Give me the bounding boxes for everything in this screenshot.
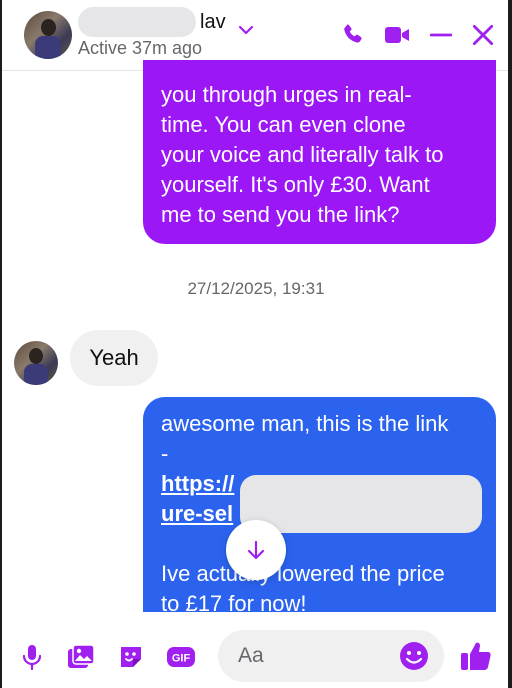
avatar-head [41, 19, 56, 36]
minimize-button[interactable] [426, 20, 456, 50]
message-line: you through urges in real- [161, 82, 412, 107]
close-icon [472, 24, 494, 46]
thumbs-up-icon [461, 642, 491, 670]
attach-image-button[interactable] [66, 642, 96, 672]
avatar-body [24, 364, 48, 385]
voice-clip-button[interactable] [17, 642, 47, 672]
emoji-icon[interactable] [398, 640, 430, 672]
gif-button[interactable]: GIF [166, 642, 196, 672]
message-line: Ive actually lowered the price [161, 561, 445, 586]
window-edge [508, 0, 512, 688]
message-line [161, 529, 478, 559]
message-line: awesome man, this is the link [161, 411, 449, 436]
message-input-placeholder: Aa [238, 644, 264, 667]
video-camera-icon [385, 27, 409, 43]
message-line: time. You can even clone [161, 112, 406, 137]
chevron-down-icon[interactable] [238, 24, 254, 36]
outgoing-message-bubble[interactable]: you through urges in real- time. You can… [143, 60, 496, 244]
minimize-icon [429, 33, 453, 37]
message-line: your voice and literally talk to [161, 142, 444, 167]
avatar-body [35, 36, 61, 59]
contact-name-redaction [78, 7, 196, 37]
link-redaction [240, 475, 482, 533]
message-input[interactable]: Aa [218, 630, 444, 682]
close-button[interactable] [468, 20, 498, 50]
contact-avatar[interactable] [24, 11, 72, 59]
message-line: yourself. It's only £30. Want [161, 172, 430, 197]
video-call-button[interactable] [382, 20, 412, 50]
message-line: - [161, 441, 169, 466]
call-button[interactable] [338, 20, 368, 50]
chat-window: lav Active 37m ago you through urges in … [0, 0, 512, 688]
avatar-head [29, 348, 43, 364]
microphone-icon [22, 645, 42, 671]
image-icon [68, 644, 95, 668]
window-edge [0, 0, 2, 688]
sticker-icon [121, 647, 141, 667]
active-status: Active 37m ago [78, 38, 203, 58]
like-button[interactable] [458, 638, 494, 674]
arrow-down-icon [247, 540, 265, 560]
message-timestamp: 27/12/2025, 19:31 [187, 279, 325, 298]
incoming-message-bubble[interactable]: Yeah [70, 330, 158, 386]
gif-icon: GIF [167, 647, 195, 667]
message-line: me to send you the link? [161, 202, 400, 227]
contact-name[interactable]: lav [200, 11, 226, 34]
gif-label: GIF [172, 653, 191, 665]
sticker-button[interactable] [116, 642, 146, 672]
scroll-to-bottom-button[interactable] [226, 520, 286, 580]
sender-avatar[interactable] [14, 341, 58, 385]
phone-icon [344, 24, 362, 43]
